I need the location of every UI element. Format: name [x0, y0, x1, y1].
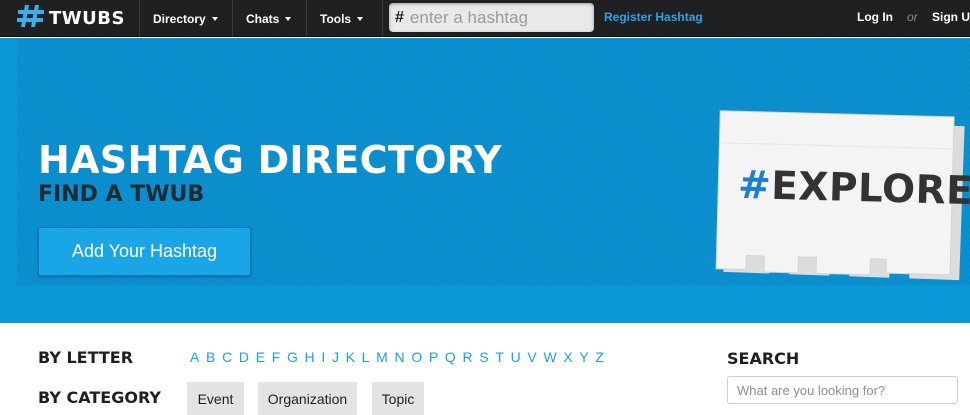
logo-text: TWUBS	[49, 7, 125, 29]
nav-tools-menu[interactable]: Tools	[306, 0, 383, 37]
letter-link-g[interactable]: G	[287, 349, 298, 365]
chevron-down-icon	[357, 16, 364, 21]
or-text: or	[907, 10, 918, 24]
letter-link-i[interactable]: I	[321, 349, 325, 365]
letter-link-n[interactable]: N	[395, 349, 405, 365]
letter-link-m[interactable]: M	[376, 349, 388, 365]
hashtag-icon	[16, 4, 46, 33]
letter-link-b[interactable]: B	[206, 349, 215, 365]
hash-prefix: #	[395, 8, 404, 26]
nav-chats-label: Chats	[246, 11, 280, 26]
hashtag-search-box: #	[389, 3, 594, 32]
search-heading: SEARCH	[727, 349, 800, 368]
category-event[interactable]: Event	[187, 382, 244, 415]
add-hashtag-button[interactable]: Add Your Hashtag	[38, 227, 251, 276]
page-subtitle: FIND A TWUB	[38, 182, 205, 207]
letter-link-x[interactable]: X	[563, 349, 572, 365]
directory-search-input[interactable]	[727, 376, 958, 404]
chevron-down-icon	[211, 16, 218, 21]
explore-card-illustration: #EXPLORE	[712, 108, 970, 288]
by-category-heading: BY CATEGORY	[38, 388, 161, 407]
letter-link-p[interactable]: P	[429, 349, 438, 365]
letter-link-r[interactable]: R	[463, 349, 473, 365]
page-title: HASHTAG DIRECTORY	[38, 138, 502, 182]
nav-tools-label: Tools	[320, 11, 352, 26]
logo[interactable]: TWUBS	[16, 4, 125, 32]
nav-directory-label: Directory	[153, 11, 206, 26]
by-letter-heading: BY LETTER	[38, 348, 134, 367]
chevron-down-icon	[285, 16, 292, 21]
letter-link-q[interactable]: Q	[445, 349, 456, 365]
letter-link-v[interactable]: V	[527, 349, 536, 365]
letter-link-e[interactable]: E	[256, 349, 265, 365]
card-word: EXPLORE	[770, 163, 970, 215]
letter-link-k[interactable]: K	[346, 349, 355, 365]
letter-link-u[interactable]: U	[511, 349, 521, 365]
letter-link-s[interactable]: S	[479, 349, 488, 365]
letter-link-f[interactable]: F	[272, 349, 281, 365]
register-hashtag-link[interactable]: Register Hashtag	[604, 10, 703, 24]
hashtag-search-input[interactable]	[409, 7, 580, 28]
letter-link-a[interactable]: A	[190, 349, 199, 365]
category-topic[interactable]: Topic	[372, 382, 424, 415]
letter-link-d[interactable]: D	[239, 349, 249, 365]
login-link[interactable]: Log In	[857, 10, 893, 24]
letter-index: ABCDEFGHIJKLMNOPQRSTUVWXYZ	[190, 349, 611, 365]
top-nav-bar: TWUBS Directory Chats Tools # Register H…	[0, 0, 970, 37]
letter-link-t[interactable]: T	[495, 349, 504, 365]
letter-link-w[interactable]: W	[543, 349, 556, 365]
signup-link[interactable]: Sign U	[932, 10, 970, 24]
letter-link-o[interactable]: O	[411, 349, 422, 365]
letter-link-c[interactable]: C	[222, 349, 232, 365]
card-hash: #	[737, 162, 772, 209]
explore-card-text: #EXPLORE	[737, 163, 970, 214]
letter-link-h[interactable]: H	[305, 349, 315, 365]
nav-directory-menu[interactable]: Directory	[139, 0, 232, 37]
letter-link-l[interactable]: L	[362, 349, 370, 365]
letter-link-y[interactable]: Y	[579, 349, 588, 365]
letter-link-z[interactable]: Z	[595, 349, 604, 365]
category-organization[interactable]: Organization	[258, 382, 357, 415]
letter-link-j[interactable]: J	[332, 349, 339, 365]
nav-chats-menu[interactable]: Chats	[232, 0, 306, 37]
